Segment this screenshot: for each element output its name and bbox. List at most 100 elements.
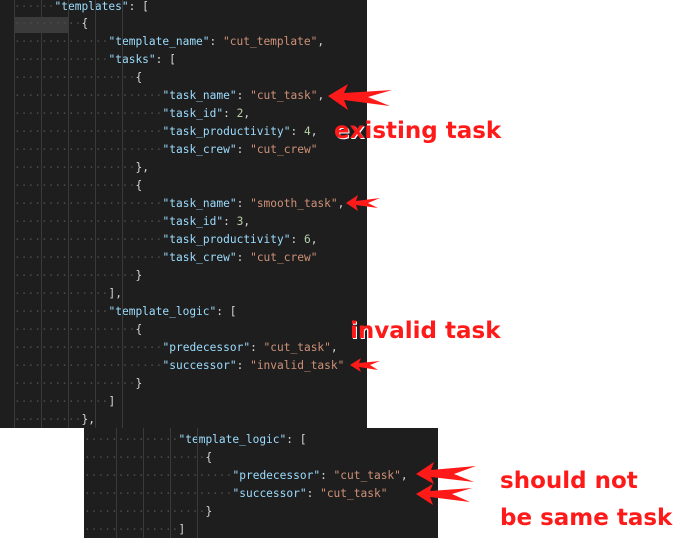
code-line[interactable]: ·············· "tasks": [ — [0, 51, 367, 69]
whitespace-dots: ······················ — [84, 487, 233, 500]
whitespace-dots: ······················ — [14, 125, 163, 138]
whitespace-dots: ······················ — [14, 107, 163, 120]
code-line[interactable]: ··················{ — [0, 321, 367, 339]
code-line[interactable]: ··············], — [0, 285, 367, 303]
json-punct: }, — [135, 161, 149, 174]
indent-guide — [68, 0, 69, 428]
arrow-icon — [416, 462, 476, 484]
code-line[interactable]: ·············· "template_logic": [ — [0, 303, 367, 321]
json-punct: { — [135, 323, 143, 336]
json-punct: , — [337, 197, 345, 210]
json-key: "task_crew" — [162, 251, 237, 264]
json-punct: ] — [178, 523, 186, 536]
whitespace-dots: ······················ — [84, 469, 233, 482]
code-line[interactable]: ··················} — [0, 375, 367, 393]
whitespace-dots: ······················ — [14, 89, 163, 102]
json-punct: , — [330, 341, 338, 354]
indent-guide — [116, 428, 117, 538]
json-punct: : — [320, 469, 334, 482]
json-punct: }, — [81, 413, 95, 426]
json-key: "predecessor" — [232, 469, 321, 482]
code-line[interactable]: ··················} — [0, 267, 367, 285]
code-line[interactable]: ······················ "task_crew": "cut_… — [0, 249, 367, 267]
json-punct: : — [290, 125, 304, 138]
json-number: 4 — [303, 125, 311, 138]
code-line[interactable]: ······················ "task_name": "smoo… — [0, 195, 367, 213]
code-line[interactable]: ··············] — [84, 521, 438, 538]
code-line[interactable]: ··········}, — [0, 411, 367, 428]
json-punct: : [ — [286, 433, 307, 446]
code-line[interactable]: ··········{ — [0, 15, 367, 33]
json-punct: : — [236, 197, 251, 210]
code-line[interactable]: ······················ "task_id": 2, — [0, 105, 367, 123]
json-key: "successor" — [162, 359, 237, 372]
json-punct: , — [317, 35, 325, 48]
json-punct: { — [135, 71, 143, 84]
json-punct: { — [205, 451, 213, 464]
code-line[interactable]: ······················ "predecessor": "cu… — [0, 339, 367, 357]
json-punct: , — [243, 107, 251, 120]
json-key: "template_logic" — [178, 433, 287, 446]
code-editor-bottom[interactable]: ·············· "template_logic": [·······… — [84, 428, 438, 538]
annotation-be-same-task: be same task — [500, 505, 673, 531]
code-line[interactable]: ·············· "template_name": "cut_temp… — [0, 33, 367, 51]
code-line[interactable]: ·············· "template_logic": [ — [84, 431, 438, 449]
json-number: 6 — [303, 233, 311, 246]
code-editor-top[interactable]: ······ "templates": [··········{·········… — [0, 0, 367, 428]
json-punct: ], — [108, 287, 122, 300]
json-punct: , — [317, 89, 325, 102]
code-line[interactable]: ······················ "task_crew": "cut_… — [0, 141, 367, 159]
json-key: "task_productivity" — [162, 233, 291, 246]
code-line[interactable]: ··················{ — [0, 177, 367, 195]
indent-guide — [95, 0, 96, 428]
whitespace-dots: ·················· — [14, 161, 136, 174]
indent-guide — [41, 0, 42, 428]
annotation-should-not: should not — [500, 468, 638, 494]
json-string: "cut_task" — [263, 341, 331, 354]
code-line[interactable]: ··············] — [0, 393, 367, 411]
code-line[interactable]: ······················ "task_productivity… — [0, 123, 367, 141]
code-line[interactable]: ··················{ — [0, 69, 367, 87]
json-string: "cut_crew" — [250, 143, 318, 156]
json-key: "template_name" — [108, 35, 210, 48]
whitespace-dots: ·················· — [84, 451, 206, 464]
json-punct: , — [243, 215, 251, 228]
json-punct: : — [223, 107, 237, 120]
code-line[interactable]: ··················{ — [84, 449, 438, 467]
indent-guide — [197, 428, 198, 538]
code-line[interactable]: ······················ "task_productivity… — [0, 231, 367, 249]
code-line[interactable]: ······················ "predecessor": "cu… — [84, 467, 438, 485]
json-punct: } — [205, 505, 213, 518]
arrow-icon — [346, 195, 380, 211]
json-key: "task_name" — [162, 197, 237, 210]
json-string: "smooth_task" — [250, 197, 338, 210]
json-punct: : — [236, 143, 251, 156]
json-punct: : — [209, 35, 224, 48]
code-line[interactable]: ······················ "successor": "inva… — [0, 357, 367, 375]
code-line[interactable]: ······················ "task_name": "cut_… — [0, 87, 367, 105]
code-line[interactable]: ······ "templates": [ — [0, 0, 367, 16]
indent-guide — [122, 0, 123, 428]
whitespace-dots: ·················· — [14, 377, 136, 390]
json-string: "invalid_task" — [250, 359, 345, 372]
whitespace-dots: ······················ — [14, 233, 163, 246]
json-punct: , — [310, 125, 318, 138]
code-line[interactable]: ······················ "task_id": 3, — [0, 213, 367, 231]
code-line[interactable]: ··················}, — [0, 159, 367, 177]
json-punct: : — [306, 487, 321, 500]
whitespace-dots: ······················ — [14, 197, 163, 210]
json-punct: ] — [108, 395, 116, 408]
json-punct: : [ — [128, 0, 149, 13]
annotation-existing-task: existing task — [334, 118, 502, 144]
json-string: "cut_task" — [320, 487, 388, 500]
whitespace-dots: ·········· — [14, 413, 82, 426]
json-punct: : [ — [155, 53, 176, 66]
code-line[interactable]: ··················} — [84, 503, 438, 521]
json-punct: { — [135, 179, 143, 192]
whitespace-dots: ·················· — [84, 505, 206, 518]
arrow-icon — [416, 484, 472, 505]
whitespace-dots: ······ — [14, 0, 55, 13]
json-string: "cut_task" — [333, 469, 401, 482]
json-string: "cut_task" — [250, 89, 318, 102]
code-line[interactable]: ······················ "successor": "cut_… — [84, 485, 438, 503]
